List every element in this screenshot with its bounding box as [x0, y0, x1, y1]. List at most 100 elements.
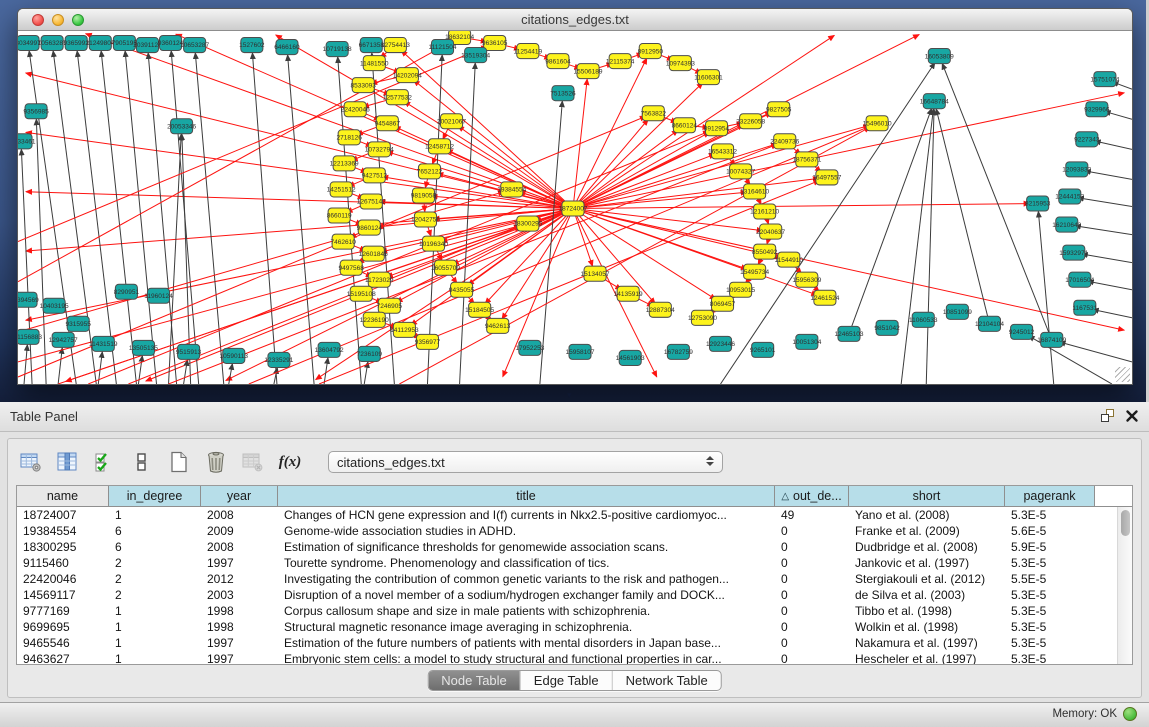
cell-in_degree[interactable]: 1: [109, 603, 201, 619]
close-panel-icon[interactable]: [1125, 409, 1139, 428]
graph-node[interactable]: 20021067: [437, 114, 466, 129]
graph-node[interactable]: 9245012: [1009, 324, 1035, 339]
graph-node[interactable]: 10974393: [666, 56, 695, 71]
cell-short[interactable]: Nakamura et al. (1997): [849, 635, 1005, 651]
cell-in_degree[interactable]: 2: [109, 555, 201, 571]
cell-in_degree[interactable]: 1: [109, 619, 201, 635]
graph-node[interactable]: 8660119: [327, 208, 352, 223]
cell-short[interactable]: Tibbo et al. (1998): [849, 603, 1005, 619]
graph-node[interactable]: 9462613: [485, 318, 511, 333]
graph-node[interactable]: 9860124: [357, 220, 383, 235]
cell-out_de[interactable]: 0: [775, 619, 849, 635]
graph-node[interactable]: 11481550: [360, 56, 389, 71]
cell-in_degree[interactable]: 6: [109, 539, 201, 555]
cell-title[interactable]: Estimation of the future numbers of pati…: [278, 635, 775, 651]
cell-short[interactable]: Hescheler et al. (1997): [849, 651, 1005, 664]
graph-node[interactable]: 15751074: [1090, 72, 1119, 87]
graph-node[interactable]: 9315955: [66, 316, 92, 331]
network-view-canvas[interactable]: 1872400718300295193845541275441311481550…: [18, 31, 1132, 384]
graph-node[interactable]: 9427512: [362, 168, 388, 183]
graph-node[interactable]: 18300295: [513, 216, 542, 231]
graph-node[interactable]: 17952253: [515, 340, 544, 355]
graph-node[interactable]: 12461524: [810, 290, 839, 305]
graph-node[interactable]: 16497557: [812, 170, 841, 185]
table-selector-dropdown[interactable]: citations_edges.txt: [328, 451, 723, 473]
graph-node[interactable]: 12161210: [750, 204, 779, 219]
graph-node[interactable]: 12942757: [49, 332, 78, 347]
cell-out_de[interactable]: 0: [775, 587, 849, 603]
graph-node[interactable]: 7652122: [417, 164, 443, 179]
select-all-button[interactable]: [92, 449, 118, 475]
network-window[interactable]: citations_edges.txt 18724007183002951938…: [17, 8, 1133, 385]
graph-node[interactable]: 10719138: [323, 42, 352, 57]
graph-node[interactable]: 15506189: [574, 64, 603, 79]
create-new-column-button[interactable]: [166, 449, 192, 475]
table-row[interactable]: 946362711997Embryonic stem cells: a mode…: [17, 651, 1117, 664]
graph-node[interactable]: 15195108: [347, 286, 376, 301]
graph-node[interactable]: 12577532: [383, 90, 412, 105]
graph-node[interactable]: 12465103: [834, 326, 863, 341]
cell-pagerank[interactable]: 5.5E-5: [1005, 571, 1095, 587]
graph-node[interactable]: 9851042: [874, 320, 900, 335]
graph-node[interactable]: 16648784: [920, 94, 949, 109]
graph-node[interactable]: 10403195: [40, 298, 69, 313]
cell-pagerank[interactable]: 5.3E-5: [1005, 651, 1095, 664]
cell-year[interactable]: 2008: [201, 539, 278, 555]
graph-node[interactable]: 6671358: [359, 38, 385, 53]
graph-node[interactable]: 7236109: [357, 346, 383, 361]
cell-title[interactable]: Estimation of significance thresholds fo…: [278, 539, 775, 555]
cell-out_de[interactable]: 0: [775, 651, 849, 664]
cell-out_de[interactable]: 0: [775, 603, 849, 619]
graph-node[interactable]: 19384554: [497, 182, 526, 197]
graph-node[interactable]: 8912950: [638, 44, 664, 59]
graph-node[interactable]: 10074327: [726, 164, 755, 179]
cell-name[interactable]: 9465546: [17, 635, 109, 651]
graph-node[interactable]: 16210643: [1052, 217, 1081, 232]
cell-in_degree[interactable]: 1: [109, 651, 201, 664]
cell-year[interactable]: 1997: [201, 555, 278, 571]
graph-node[interactable]: 8533093: [351, 78, 377, 93]
cell-short[interactable]: de Silva et al. (2003): [849, 587, 1005, 603]
cell-out_de[interactable]: 0: [775, 523, 849, 539]
table-row[interactable]: 1872400712008Changes of HCN gene express…: [17, 507, 1117, 523]
cell-year[interactable]: 1997: [201, 651, 278, 664]
graph-node[interactable]: 7462610: [330, 234, 356, 249]
graph-node[interactable]: 12115374: [606, 54, 635, 69]
graph-node[interactable]: 22040637: [756, 224, 785, 239]
graph-node[interactable]: 9454867: [375, 116, 401, 131]
graph-node[interactable]: 15956309: [792, 272, 821, 287]
panel-splitter-handle[interactable]: ▾: [567, 390, 572, 401]
float-panel-icon[interactable]: [1100, 408, 1115, 428]
memory-status[interactable]: Memory: OK: [1052, 707, 1137, 721]
graph-node[interactable]: 8069457: [710, 296, 736, 311]
graph-node[interactable]: 22420046: [341, 102, 370, 117]
cell-short[interactable]: Yano et al. (2008): [849, 507, 1005, 523]
column-header-pagerank[interactable]: pagerank: [1005, 486, 1095, 506]
tab-node-table[interactable]: Node Table: [428, 671, 520, 690]
cell-year[interactable]: 1998: [201, 603, 278, 619]
graph-node[interactable]: 12458712: [425, 139, 454, 154]
function-builder-button[interactable]: f(x): [277, 449, 303, 475]
cell-name[interactable]: 9777169: [17, 603, 109, 619]
graph-node[interactable]: 15958107: [566, 344, 595, 359]
unselect-all-button[interactable]: [129, 449, 155, 475]
graph-node[interactable]: 11249804: [86, 36, 115, 51]
graph-node[interactable]: 13519304: [461, 48, 490, 63]
cell-short[interactable]: Jankovic et al. (1997): [849, 555, 1005, 571]
graph-node[interactable]: 11254419: [514, 44, 543, 59]
graph-node[interactable]: 12923446: [706, 336, 735, 351]
cell-name[interactable]: 14569117: [17, 587, 109, 603]
graph-node[interactable]: 14135919: [614, 286, 643, 301]
delete-columns-button[interactable]: [203, 449, 229, 475]
graph-node[interactable]: 10196340: [419, 236, 448, 251]
graph-node[interactable]: 16782759: [664, 344, 693, 359]
network-window-titlebar[interactable]: citations_edges.txt: [18, 9, 1132, 31]
graph-node[interactable]: 15932971: [1059, 245, 1088, 260]
graph-node[interactable]: 12104104: [975, 316, 1004, 331]
column-header-out_de[interactable]: △out_de...: [775, 486, 849, 506]
graph-node[interactable]: 7246905: [377, 298, 403, 313]
graph-node[interactable]: 13604792: [315, 342, 344, 357]
graph-node[interactable]: 8215953: [1025, 196, 1051, 211]
graph-node[interactable]: 15496010: [863, 116, 892, 131]
graph-node[interactable]: 9827505: [766, 102, 792, 117]
